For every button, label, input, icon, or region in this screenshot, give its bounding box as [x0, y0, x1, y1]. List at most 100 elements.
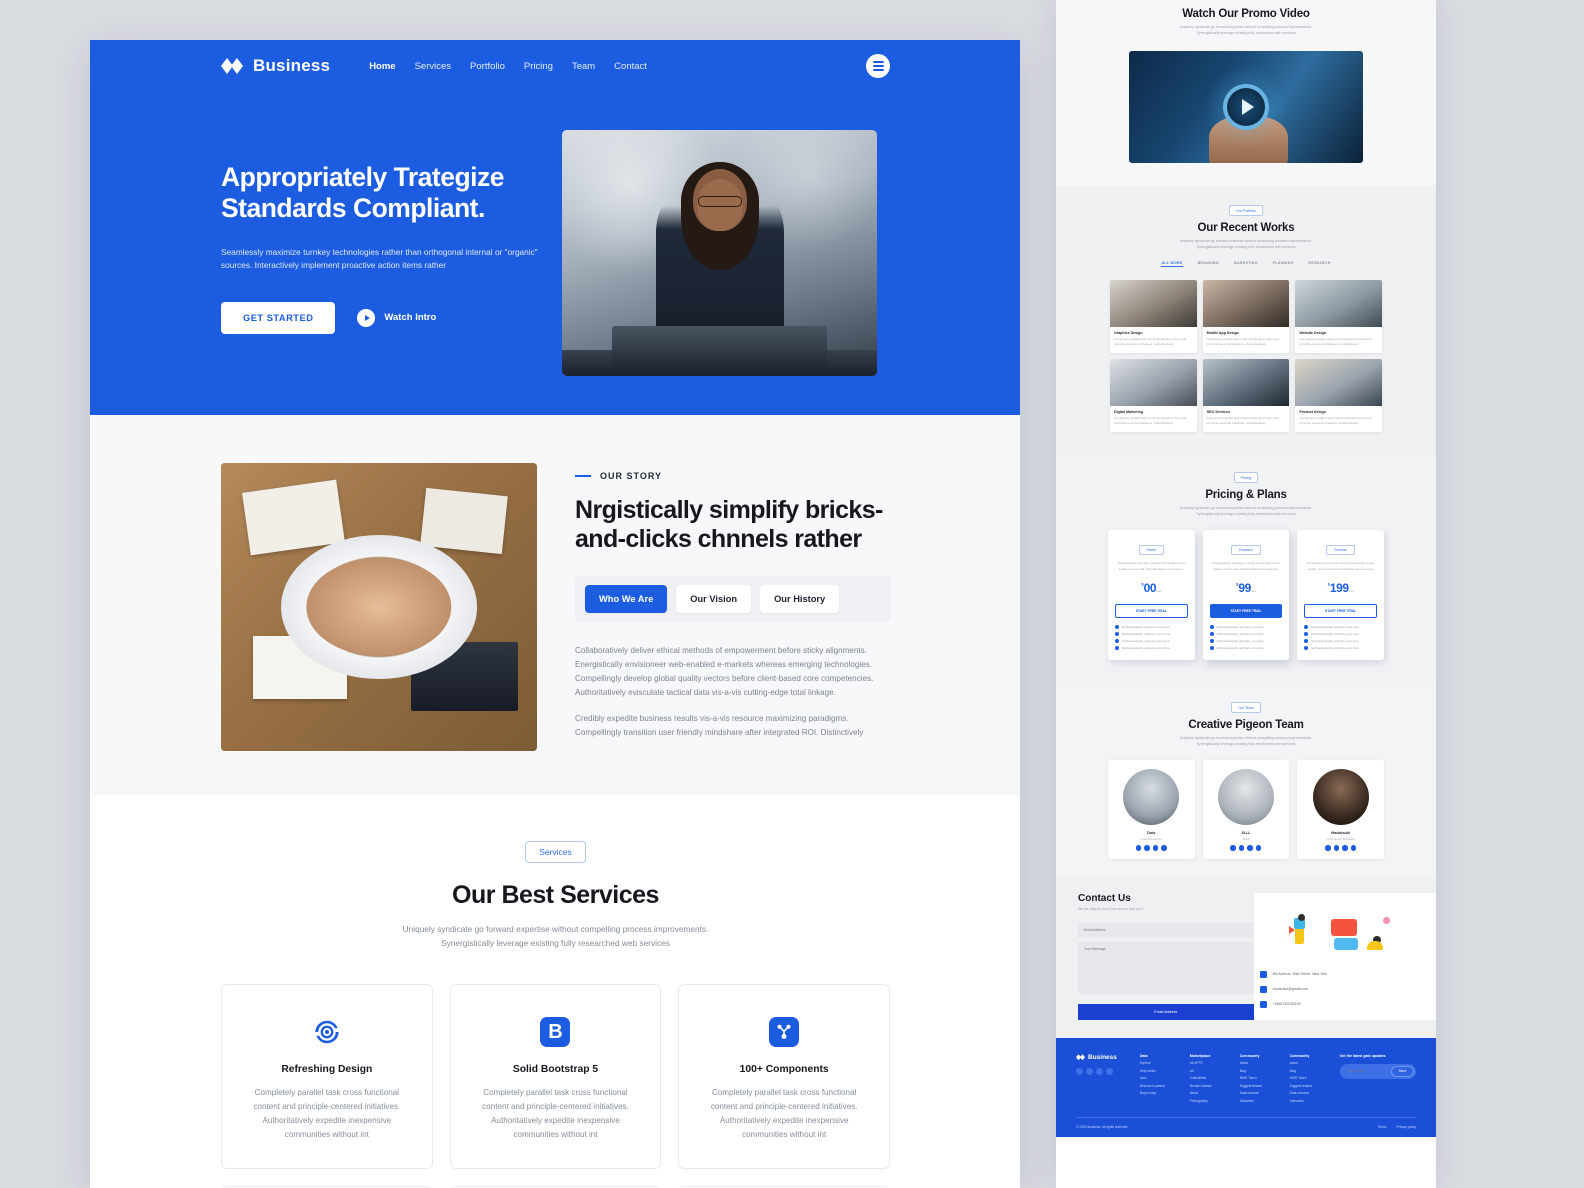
twitter-icon[interactable] — [1325, 845, 1331, 851]
footer-link[interactable]: Bug bounty — [1140, 1091, 1180, 1095]
footer-link[interactable]: Music — [1190, 1091, 1230, 1095]
portfolio-item-desc: Completely parallel task cross functiona… — [1299, 337, 1372, 347]
footer-link[interactable]: Data removal — [1290, 1091, 1330, 1095]
filter-all-work[interactable]: ALL WORK — [1161, 261, 1183, 268]
tab-our-vision[interactable]: Our Vision — [676, 585, 752, 613]
filter-research[interactable]: RESEARCH — [1309, 261, 1331, 267]
footer-link[interactable]: Blog — [1240, 1069, 1280, 1073]
email-field[interactable] — [1078, 922, 1254, 937]
footer-link[interactable]: Data removal — [1240, 1091, 1280, 1095]
portfolio-item[interactable]: Website Design Completely parallel task … — [1295, 280, 1382, 353]
plan-feature-label: Enthusiastically optimize error-free. — [1311, 624, 1360, 629]
footer-link[interactable]: About — [1290, 1061, 1330, 1065]
plan-name: Starter — [1138, 545, 1165, 556]
footer-link[interactable]: Subscribe — [1290, 1099, 1330, 1103]
portfolio-item[interactable]: SEO Services Completely parallel task cr… — [1202, 359, 1290, 432]
linkedin-icon[interactable] — [1086, 1067, 1093, 1075]
footer-link[interactable]: Art — [1190, 1069, 1230, 1073]
instagram-icon[interactable] — [1152, 845, 1159, 851]
check-dot-icon — [1304, 624, 1309, 629]
plan-amount: 199 — [1329, 580, 1349, 595]
tab-our-history[interactable]: Our History — [760, 585, 840, 613]
play-button-icon[interactable] — [1223, 83, 1269, 130]
get-started-button[interactable]: GET STARTED — [221, 301, 336, 334]
team-member-card: Dots Lead Developer — [1108, 760, 1195, 859]
linkedin-icon[interactable] — [1350, 845, 1357, 851]
nav-item-contact[interactable]: Contact — [614, 61, 647, 72]
linkedin-icon[interactable] — [1161, 845, 1167, 851]
plan-feature: Enthusiastically optimize error-free. — [1304, 645, 1377, 650]
watch-intro-button[interactable]: Watch Intro — [357, 308, 436, 327]
facebook-icon[interactable] — [1333, 845, 1340, 851]
privacy-policy-link[interactable]: Privacy policy — [1397, 1125, 1417, 1129]
service-card[interactable]: B Solid Bootstrap 5 Completely parallel … — [449, 984, 662, 1169]
newsletter-send-button[interactable]: Send — [1390, 1065, 1415, 1077]
bootstrap-b-icon: B — [471, 1015, 641, 1049]
footer-link[interactable]: Collectibles — [1190, 1076, 1230, 1080]
portfolio-item[interactable]: Graphics Design Completely parallel task… — [1110, 280, 1197, 353]
nav-item-team[interactable]: Team — [572, 61, 595, 72]
nav-item-home[interactable]: Home — [369, 61, 395, 72]
footer-link[interactable]: About — [1240, 1061, 1280, 1065]
filter-marketing[interactable]: MARKETING — [1234, 261, 1258, 267]
footer-link[interactable]: Help center — [1140, 1069, 1180, 1073]
service-card[interactable]: 100+ Components Completely parallel task… — [678, 984, 890, 1169]
terms-link[interactable]: Terms — [1378, 1125, 1387, 1129]
telegram-icon[interactable] — [1106, 1067, 1113, 1075]
newsletter-email-input[interactable] — [1346, 1069, 1391, 1074]
hamburger-icon[interactable] — [866, 54, 890, 78]
footer-link[interactable]: All NFTS — [1190, 1061, 1230, 1065]
footer-link[interactable]: Photography — [1190, 1099, 1230, 1103]
check-dot-icon — [1209, 638, 1214, 643]
footer-brand: Business — [1076, 1054, 1130, 1103]
footer-link[interactable]: Subscribe — [1240, 1099, 1280, 1103]
start-free-trial-button[interactable]: START FREE TRIAL — [1115, 603, 1188, 618]
footer-link[interactable]: Explore — [1140, 1061, 1180, 1065]
contact-submit-button[interactable]: Email Address — [1078, 1003, 1254, 1020]
service-card[interactable]: Refreshing Design Completely parallel ta… — [221, 984, 433, 1169]
plan-description: Progressively leverage existing technica… — [1117, 561, 1185, 571]
portfolio-item[interactable]: Mobile App Design Completely parallel ta… — [1202, 280, 1290, 353]
contact-phone-row: +8801790765169 — [1259, 1000, 1422, 1008]
footer-link[interactable]: Blog — [1290, 1069, 1330, 1073]
filter-branding[interactable]: BRANDING — [1198, 261, 1219, 267]
portfolio-item-title: Product Design — [1299, 410, 1326, 414]
footer-link[interactable]: Become a partner — [1140, 1084, 1180, 1088]
plan-features: Enthusiastically optimize error-free. En… — [1209, 624, 1283, 650]
start-free-trial-button[interactable]: START FREE TRIAL — [1304, 603, 1377, 618]
nav-item-portfolio[interactable]: Portfolio — [470, 61, 505, 72]
facebook-icon[interactable] — [1144, 845, 1150, 851]
portfolio-item[interactable]: Digital Marketing Completely parallel ta… — [1110, 359, 1197, 432]
nav-item-pricing[interactable]: Pricing — [524, 61, 553, 72]
twitter-icon[interactable] — [1230, 845, 1236, 851]
footer-link[interactable]: Suggest feature — [1290, 1084, 1330, 1088]
story-heading-line1: Nrgistically simplify bricks- — [575, 496, 883, 524]
nav-item-services[interactable]: Services — [415, 61, 451, 72]
portfolio-item[interactable]: Product Design Completely parallel task … — [1295, 359, 1382, 432]
twitter-icon[interactable] — [1135, 845, 1142, 851]
footer-link[interactable]: Domain Names — [1190, 1084, 1230, 1088]
footer-link[interactable]: Jobs — [1140, 1076, 1180, 1080]
facebook-icon[interactable] — [1076, 1067, 1083, 1075]
footer-link[interactable]: RARI Token — [1290, 1076, 1330, 1080]
twitter-icon[interactable] — [1096, 1067, 1103, 1075]
story-paragraph-2: Credibly expedite business results vis-a… — [575, 713, 864, 737]
team-member-name: Madotsuki — [1331, 831, 1351, 836]
message-field[interactable] — [1078, 941, 1254, 994]
brand-logo[interactable]: Business — [221, 56, 330, 76]
plan-feature-label: Enthusiastically optimize error-free. — [1122, 631, 1171, 636]
footer-link[interactable]: RARI Token — [1240, 1076, 1280, 1080]
promo-video-thumbnail[interactable] — [1129, 50, 1363, 163]
contact-email[interactable]: monirusui@gmail.com — [1273, 987, 1309, 991]
footer-link[interactable]: Suggest feature — [1240, 1084, 1280, 1088]
instagram-icon[interactable] — [1247, 845, 1253, 851]
tab-who-we-are[interactable]: Who We Are — [585, 585, 668, 613]
linkedin-icon[interactable] — [1255, 845, 1262, 851]
start-free-trial-button[interactable]: START FREE TRIAL — [1209, 603, 1283, 618]
instagram-icon[interactable] — [1342, 845, 1348, 851]
facebook-icon[interactable] — [1238, 845, 1245, 851]
portfolio-item-desc: Completely parallel task cross functiona… — [1114, 337, 1187, 347]
contact-phone[interactable]: +8801790765169 — [1273, 1002, 1301, 1006]
filter-planning[interactable]: PLANNING — [1273, 261, 1294, 267]
footer-logo[interactable]: Business — [1076, 1054, 1130, 1061]
